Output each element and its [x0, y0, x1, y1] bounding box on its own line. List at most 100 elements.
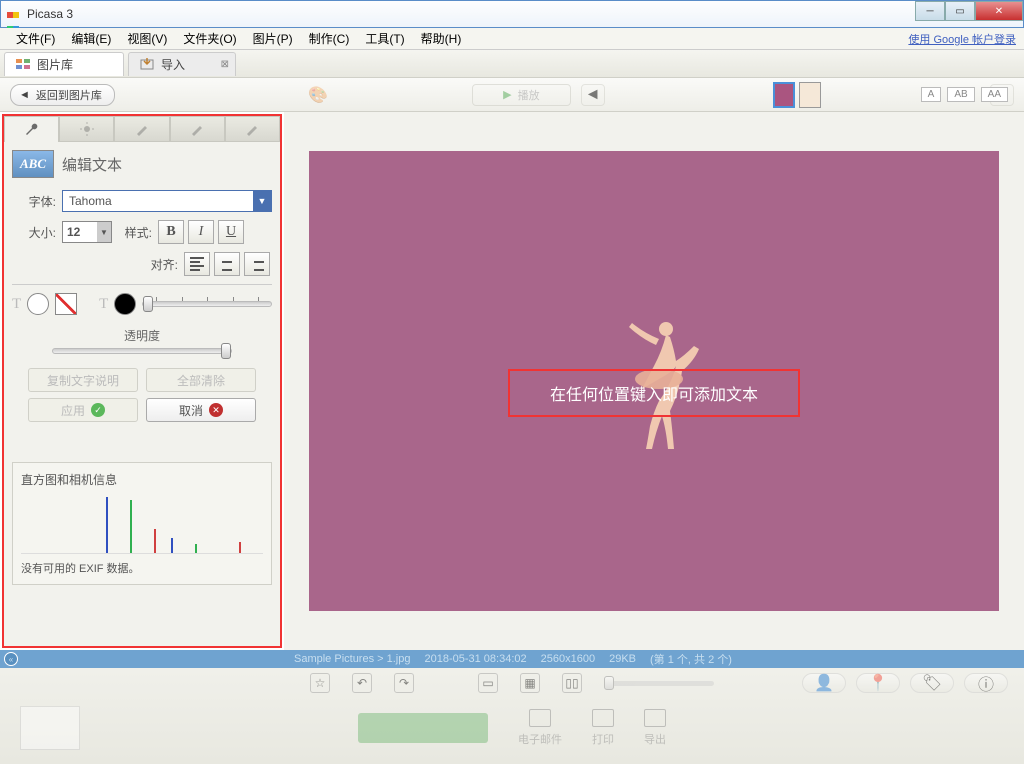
status-dims: 2560x1600: [541, 653, 595, 665]
view-aa-button[interactable]: AA: [981, 87, 1008, 102]
outline-t-icon: T: [99, 296, 108, 313]
style-label: 样式:: [112, 224, 152, 241]
edit-panel: ABC 编辑文本 字体: Tahoma ▼ 大小: 12 ▼ 样式: B I U: [2, 114, 282, 648]
back-to-library-button[interactable]: ◄ 返回到图片库: [10, 84, 115, 106]
status-bar: « Sample Pictures > 1.jpg 2018-05-31 08:…: [0, 650, 1024, 668]
panel-tab-brush2[interactable]: [170, 116, 225, 142]
close-button[interactable]: ✕: [975, 1, 1023, 21]
menu-tools[interactable]: 工具(T): [357, 28, 412, 49]
font-label: 字体:: [12, 193, 56, 210]
menu-folder[interactable]: 文件夹(O): [175, 28, 244, 49]
panel-tab-wrench[interactable]: [4, 116, 59, 142]
maximize-button[interactable]: ▭: [945, 1, 975, 21]
print-icon: [592, 709, 614, 727]
align-label: 对齐:: [138, 256, 178, 273]
align-right-button[interactable]: [244, 252, 270, 276]
photo-tray[interactable]: [20, 706, 80, 750]
fill-t-icon: T: [12, 296, 21, 313]
align-center-button[interactable]: [214, 252, 240, 276]
transparency-slider[interactable]: [52, 348, 232, 354]
menu-file[interactable]: 文件(F): [8, 28, 63, 49]
histogram-chart: [21, 494, 263, 554]
view-ab-button[interactable]: AB: [947, 87, 974, 102]
panel-tab-brush1[interactable]: [114, 116, 169, 142]
places-button[interactable]: 📍: [856, 673, 900, 693]
export-action[interactable]: 导出: [644, 709, 666, 747]
font-value: Tahoma: [69, 194, 112, 208]
apply-button[interactable]: 应用✓: [28, 398, 138, 422]
zoom-slider[interactable]: [604, 681, 714, 686]
info-button[interactable]: ⓘ: [964, 673, 1008, 693]
thumbnail-2[interactable]: [799, 82, 821, 108]
clear-all-button[interactable]: 全部清除: [146, 368, 256, 392]
histogram-title: 直方图和相机信息: [21, 471, 263, 488]
menu-view[interactable]: 视图(V): [119, 28, 175, 49]
collapse-icon[interactable]: «: [4, 652, 18, 666]
view-a-button[interactable]: A: [921, 87, 942, 102]
tab-close-icon[interactable]: ⊠: [221, 59, 229, 70]
thumbnail-1[interactable]: [773, 82, 795, 108]
panel-tab-brush3[interactable]: [225, 116, 280, 142]
print-action[interactable]: 打印: [592, 709, 614, 747]
signin-link[interactable]: 使用 Google 帐户登录: [908, 31, 1016, 47]
app-logo-icon: [7, 7, 21, 21]
share-google-button[interactable]: [358, 713, 488, 743]
menu-picture[interactable]: 图片(P): [245, 28, 301, 49]
email-icon: [529, 709, 551, 727]
align-left-button[interactable]: [184, 252, 210, 276]
library-icon: [15, 56, 31, 72]
underline-button[interactable]: U: [218, 220, 244, 244]
rotate-right-button[interactable]: ↷: [394, 673, 414, 693]
italic-button[interactable]: I: [188, 220, 214, 244]
no-exif-text: 没有可用的 EXIF 数据。: [21, 560, 263, 576]
tab-library[interactable]: 图片库: [4, 52, 124, 76]
back-arrow-icon: ◄: [19, 89, 30, 101]
back-label: 返回到图片库: [36, 87, 102, 103]
menu-edit[interactable]: 编辑(E): [63, 28, 119, 49]
outline-slider[interactable]: [142, 301, 272, 307]
view-compare-button[interactable]: ▯▯: [562, 673, 582, 693]
bottom-toolbar: ☆ ↶ ↷ ▭ ▦ ▯▯ 👤 📍 🏷 ⓘ 电子邮件 打印 导出: [0, 668, 1024, 764]
text-tool-icon: ABC: [12, 150, 54, 178]
tab-import[interactable]: 导入 ⊠: [128, 52, 236, 76]
tab-import-label: 导入: [161, 56, 185, 73]
menu-help[interactable]: 帮助(H): [413, 28, 470, 49]
thumbnail-strip: [773, 82, 821, 108]
panel-tab-light[interactable]: [59, 116, 114, 142]
size-value: 12: [67, 225, 80, 239]
play-icon: ▶: [503, 88, 511, 101]
cancel-button[interactable]: 取消✕: [146, 398, 256, 422]
menubar: 文件(F) 编辑(E) 视图(V) 文件夹(O) 图片(P) 制作(C) 工具(…: [0, 28, 1024, 50]
email-action[interactable]: 电子邮件: [518, 709, 562, 747]
prev-button[interactable]: ◄: [581, 84, 605, 106]
window-titlebar: Picasa 3 ─ ▭ ✕: [0, 0, 1024, 28]
histogram-box: 直方图和相机信息 没有可用的 EXIF 数据。: [12, 462, 272, 585]
panel-title: 编辑文本: [62, 154, 122, 175]
image-canvas[interactable]: 在任何位置键入即可添加文本: [309, 151, 999, 611]
view-multi-button[interactable]: ▦: [520, 673, 540, 693]
rotate-left-button[interactable]: ↶: [352, 673, 372, 693]
export-icon: [644, 709, 666, 727]
tabs-row: 图片库 导入 ⊠: [0, 50, 1024, 78]
menu-create[interactable]: 制作(C): [301, 28, 358, 49]
chevron-down-icon: ▼: [253, 191, 271, 211]
view-single-button[interactable]: ▭: [478, 673, 498, 693]
status-path: Sample Pictures > 1.jpg: [294, 653, 410, 665]
fill-color-swatch[interactable]: [27, 293, 49, 315]
import-icon: [139, 56, 155, 72]
text-overlay-hint[interactable]: 在任何位置键入即可添加文本: [508, 369, 800, 417]
color-palette-icon[interactable]: 🎨: [308, 85, 328, 105]
bold-button[interactable]: B: [158, 220, 184, 244]
no-outline-swatch[interactable]: [55, 293, 77, 315]
size-label: 大小:: [12, 224, 56, 241]
copy-caption-button[interactable]: 复制文字说明: [28, 368, 138, 392]
minimize-button[interactable]: ─: [915, 1, 945, 21]
size-select[interactable]: 12 ▼: [62, 221, 112, 243]
outline-color-swatch[interactable]: [114, 293, 136, 315]
play-button[interactable]: ▶ 播放: [472, 84, 570, 106]
tags-button[interactable]: 🏷: [910, 673, 954, 693]
people-button[interactable]: 👤: [802, 673, 846, 693]
star-button[interactable]: ☆: [310, 673, 330, 693]
status-date: 2018-05-31 08:34:02: [424, 653, 526, 665]
font-select[interactable]: Tahoma ▼: [62, 190, 272, 212]
